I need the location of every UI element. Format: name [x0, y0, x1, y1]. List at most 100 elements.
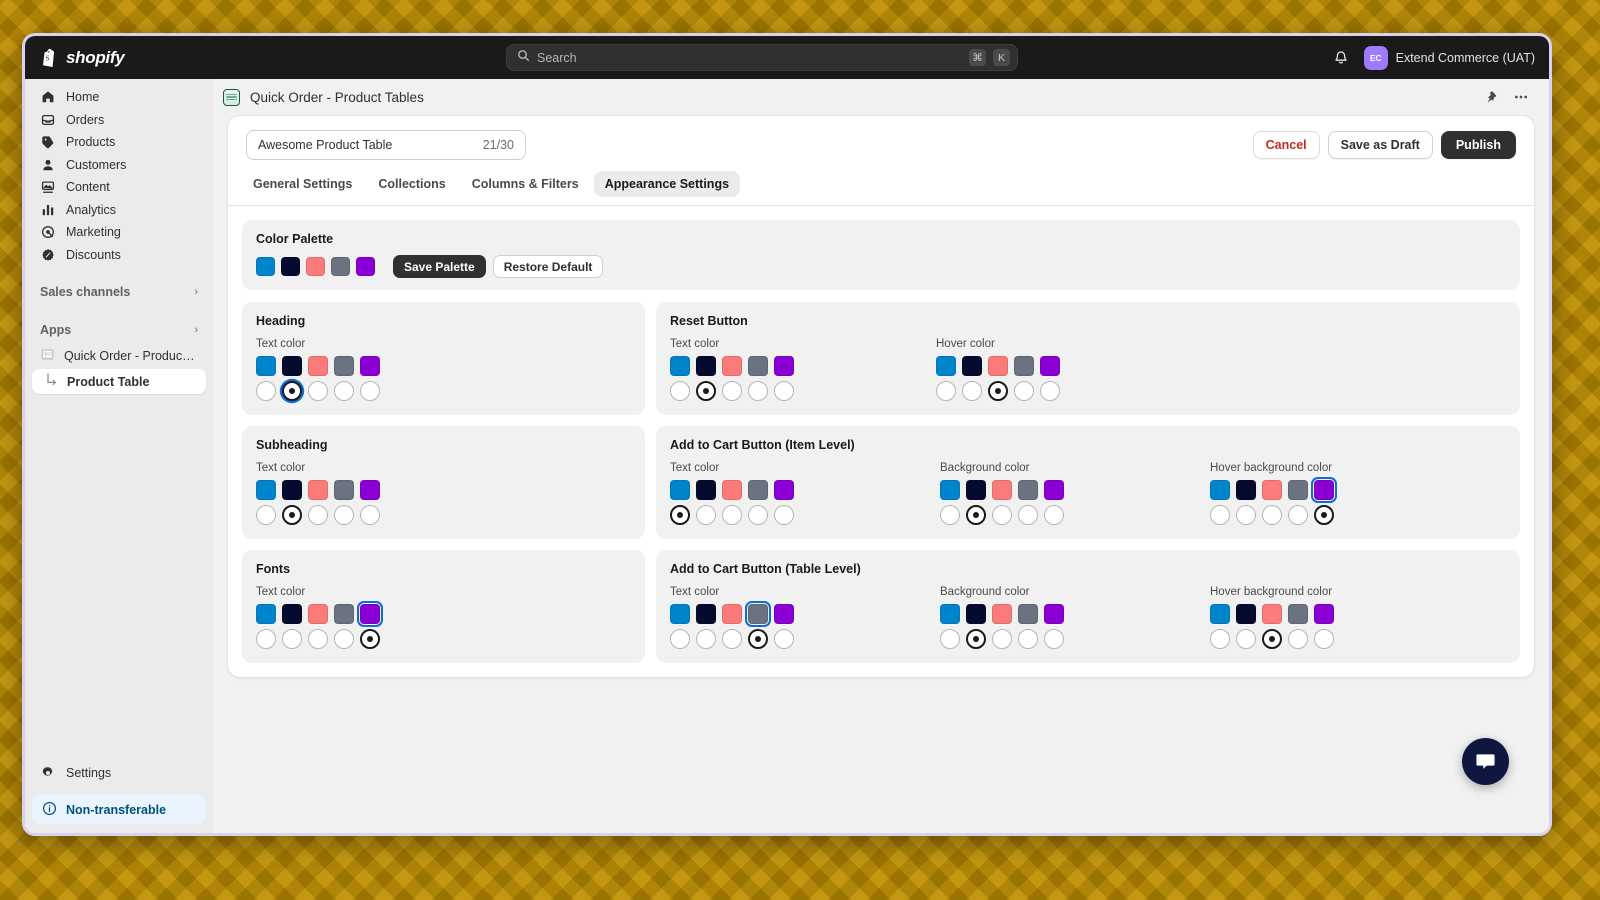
color-radio-3[interactable]	[1018, 505, 1038, 525]
color-swatch-4[interactable]	[1040, 356, 1060, 376]
tab-collections[interactable]: Collections	[367, 171, 456, 197]
color-swatch-2[interactable]	[722, 480, 742, 500]
color-swatch-2[interactable]	[992, 604, 1012, 624]
palette-swatch-0[interactable]	[256, 257, 275, 276]
color-radio-3[interactable]	[1014, 381, 1034, 401]
color-radio-0[interactable]	[670, 629, 690, 649]
color-radio-3[interactable]	[334, 629, 354, 649]
color-radio-1[interactable]	[282, 505, 302, 525]
color-swatch-0[interactable]	[670, 356, 690, 376]
color-swatch-4[interactable]	[774, 356, 794, 376]
color-swatch-0[interactable]	[940, 604, 960, 624]
color-swatch-0[interactable]	[256, 604, 276, 624]
color-radio-2[interactable]	[722, 381, 742, 401]
color-swatch-1[interactable]	[282, 356, 302, 376]
color-radio-3[interactable]	[1288, 505, 1308, 525]
color-swatch-4[interactable]	[1044, 480, 1064, 500]
color-swatch-1[interactable]	[966, 604, 986, 624]
palette-swatch-4[interactable]	[356, 257, 375, 276]
color-radio-3[interactable]	[748, 629, 768, 649]
color-radio-0[interactable]	[1210, 505, 1230, 525]
color-radio-1[interactable]	[962, 381, 982, 401]
color-radio-3[interactable]	[1288, 629, 1308, 649]
color-swatch-0[interactable]	[1210, 604, 1230, 624]
color-swatch-3[interactable]	[745, 601, 771, 627]
color-radio-0[interactable]	[940, 629, 960, 649]
color-swatch-1[interactable]	[696, 356, 716, 376]
color-swatch-1[interactable]	[282, 480, 302, 500]
color-swatch-2[interactable]	[1262, 604, 1282, 624]
color-swatch-1[interactable]	[696, 480, 716, 500]
color-swatch-3[interactable]	[1018, 480, 1038, 500]
sidebar-item-quick-order-app[interactable]: Quick Order - Product Tab...	[32, 344, 206, 367]
color-radio-0[interactable]	[1210, 629, 1230, 649]
color-radio-4[interactable]	[774, 381, 794, 401]
color-radio-1[interactable]	[282, 381, 302, 401]
color-radio-4[interactable]	[360, 505, 380, 525]
color-radio-1[interactable]	[696, 629, 716, 649]
color-swatch-3[interactable]	[1018, 604, 1038, 624]
palette-swatch-1[interactable]	[281, 257, 300, 276]
color-radio-4[interactable]	[360, 381, 380, 401]
color-swatch-4[interactable]	[357, 601, 383, 627]
color-radio-4[interactable]	[774, 505, 794, 525]
color-swatch-2[interactable]	[992, 480, 1012, 500]
tab-appearance-settings[interactable]: Appearance Settings	[593, 171, 741, 197]
color-swatch-4[interactable]	[360, 356, 380, 376]
color-swatch-1[interactable]	[282, 604, 302, 624]
color-swatch-0[interactable]	[256, 356, 276, 376]
color-swatch-3[interactable]	[1288, 480, 1308, 500]
color-swatch-1[interactable]	[1236, 480, 1256, 500]
color-radio-4[interactable]	[1044, 505, 1064, 525]
color-swatch-2[interactable]	[1262, 480, 1282, 500]
color-radio-1[interactable]	[282, 629, 302, 649]
shopify-logo[interactable]: S shopify	[39, 47, 219, 69]
color-radio-0[interactable]	[670, 505, 690, 525]
color-radio-4[interactable]	[1314, 505, 1334, 525]
color-radio-2[interactable]	[992, 629, 1012, 649]
color-swatch-4[interactable]	[774, 604, 794, 624]
color-swatch-3[interactable]	[748, 480, 768, 500]
color-radio-1[interactable]	[1236, 505, 1256, 525]
tab-general-settings[interactable]: General Settings	[242, 171, 363, 197]
color-swatch-4[interactable]	[1314, 604, 1334, 624]
color-swatch-1[interactable]	[696, 604, 716, 624]
palette-swatch-3[interactable]	[331, 257, 350, 276]
color-radio-4[interactable]	[1314, 629, 1334, 649]
color-radio-2[interactable]	[722, 505, 742, 525]
sidebar-item-orders[interactable]: Orders	[32, 109, 206, 132]
color-swatch-3[interactable]	[1014, 356, 1034, 376]
color-swatch-0[interactable]	[936, 356, 956, 376]
color-swatch-2[interactable]	[308, 480, 328, 500]
color-swatch-4[interactable]	[774, 480, 794, 500]
color-swatch-0[interactable]	[256, 480, 276, 500]
restore-default-button[interactable]: Restore Default	[492, 255, 604, 278]
color-radio-2[interactable]	[992, 505, 1012, 525]
color-swatch-4[interactable]	[1044, 604, 1064, 624]
color-radio-3[interactable]	[748, 381, 768, 401]
user-menu[interactable]: EC Extend Commerce (UAT)	[1363, 45, 1535, 70]
color-radio-0[interactable]	[940, 505, 960, 525]
sidebar-item-home[interactable]: Home	[32, 86, 206, 109]
color-radio-3[interactable]	[748, 505, 768, 525]
color-radio-0[interactable]	[670, 381, 690, 401]
color-swatch-2[interactable]	[722, 604, 742, 624]
color-radio-0[interactable]	[256, 381, 276, 401]
color-radio-4[interactable]	[360, 629, 380, 649]
color-swatch-1[interactable]	[1236, 604, 1256, 624]
color-swatch-3[interactable]	[334, 356, 354, 376]
color-radio-2[interactable]	[1262, 505, 1282, 525]
color-radio-0[interactable]	[256, 629, 276, 649]
color-swatch-3[interactable]	[334, 480, 354, 500]
tab-columns-filters[interactable]: Columns & Filters	[461, 171, 590, 197]
color-radio-2[interactable]	[1262, 629, 1282, 649]
color-swatch-0[interactable]	[940, 480, 960, 500]
color-radio-1[interactable]	[966, 505, 986, 525]
color-radio-1[interactable]	[696, 381, 716, 401]
sidebar-item-marketing[interactable]: Marketing	[32, 221, 206, 244]
color-radio-0[interactable]	[256, 505, 276, 525]
color-radio-2[interactable]	[308, 381, 328, 401]
sidebar-item-analytics[interactable]: Analytics	[32, 199, 206, 222]
color-swatch-3[interactable]	[334, 604, 354, 624]
cancel-button[interactable]: Cancel	[1252, 131, 1320, 159]
